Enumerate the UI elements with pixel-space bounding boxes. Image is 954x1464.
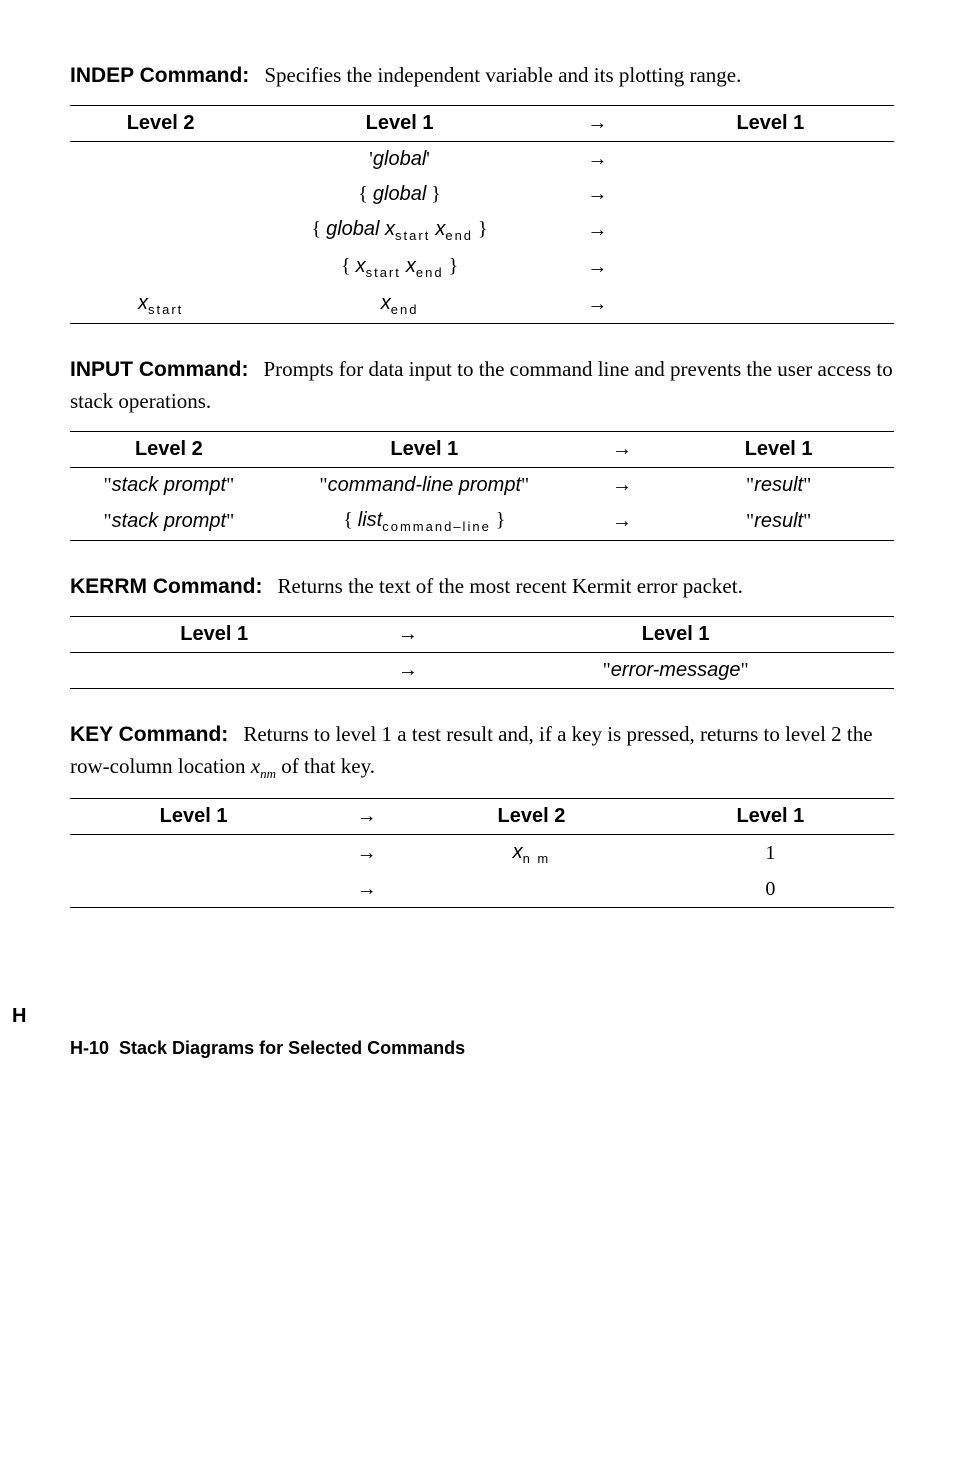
table-row: →xn m1 bbox=[70, 834, 894, 872]
table-cell: 'global' bbox=[251, 142, 548, 178]
table-cell: "error-message" bbox=[457, 653, 894, 689]
table-cell: "stack prompt" bbox=[70, 503, 268, 541]
kerrm-table: Level 1 → Level 1 →"error-message" bbox=[70, 616, 894, 689]
table-cell: { global } bbox=[251, 177, 548, 212]
key-command-block: KEY Command: Returns to level 1 a test r… bbox=[70, 719, 894, 907]
table-cell: "command-line prompt" bbox=[268, 467, 581, 503]
table-cell: → bbox=[548, 212, 647, 249]
key-h-r1: Level 1 bbox=[647, 798, 894, 834]
key-h-l1: Level 1 bbox=[70, 798, 317, 834]
table-row: { global xstart xend }→ bbox=[70, 212, 894, 249]
table-cell: "result" bbox=[663, 467, 894, 503]
table-cell: { xstart xend } bbox=[251, 249, 548, 286]
key-lead: KEY Command: Returns to level 1 a test r… bbox=[70, 719, 894, 783]
table-cell: → bbox=[548, 249, 647, 286]
page-footer: H-10 Stack Diagrams for Selected Command… bbox=[70, 1038, 904, 1059]
table-row: "stack prompt""command-line prompt"→"res… bbox=[70, 467, 894, 503]
table-cell bbox=[70, 177, 251, 212]
table-cell: → bbox=[581, 467, 663, 503]
indep-command-block: INDEP Command: Specifies the independent… bbox=[70, 60, 894, 324]
input-lead: INPUT Command: Prompts for data input to… bbox=[70, 354, 894, 416]
table-cell bbox=[647, 212, 894, 249]
table-cell bbox=[70, 653, 358, 689]
table-cell: → bbox=[317, 872, 416, 908]
table-row: 'global'→ bbox=[70, 142, 894, 178]
kerrm-h-r1: Level 1 bbox=[457, 617, 894, 653]
table-cell: xend bbox=[251, 286, 548, 324]
table-row: "stack prompt"{ listcommand–line }→"resu… bbox=[70, 503, 894, 541]
indep-h-arrow: → bbox=[548, 106, 647, 142]
table-cell bbox=[70, 872, 317, 908]
table-cell: xstart bbox=[70, 286, 251, 324]
table-cell bbox=[647, 249, 894, 286]
table-row: →0 bbox=[70, 872, 894, 908]
indep-table: Level 2 Level 1 → Level 1 'global'→{ glo… bbox=[70, 105, 894, 324]
table-row: { xstart xend }→ bbox=[70, 249, 894, 286]
kerrm-lead: KERRM Command: Returns the text of the m… bbox=[70, 571, 894, 602]
input-h-r1: Level 1 bbox=[663, 431, 894, 467]
table-cell bbox=[70, 249, 251, 286]
table-cell: "stack prompt" bbox=[70, 467, 268, 503]
kerrm-h-arrow: → bbox=[358, 617, 457, 653]
indep-h-l1: Level 1 bbox=[251, 106, 548, 142]
section-letter: H bbox=[12, 1005, 26, 1028]
indep-lead: INDEP Command: Specifies the independent… bbox=[70, 60, 894, 91]
input-command-block: INPUT Command: Prompts for data input to… bbox=[70, 354, 894, 540]
table-cell bbox=[647, 177, 894, 212]
indep-h-r1: Level 1 bbox=[647, 106, 894, 142]
key-h-arrow: → bbox=[317, 798, 416, 834]
input-table: Level 2 Level 1 → Level 1 "stack prompt"… bbox=[70, 431, 894, 541]
kerrm-desc: Returns the text of the most recent Kerm… bbox=[278, 574, 743, 598]
table-cell bbox=[70, 212, 251, 249]
table-cell: → bbox=[317, 834, 416, 872]
table-cell: → bbox=[548, 177, 647, 212]
table-cell: 0 bbox=[647, 872, 894, 908]
table-row: →"error-message" bbox=[70, 653, 894, 689]
indep-desc: Specifies the independent variable and i… bbox=[264, 63, 741, 87]
indep-h-l2: Level 2 bbox=[70, 106, 251, 142]
page-content: INDEP Command: Specifies the independent… bbox=[70, 60, 894, 908]
table-cell: { listcommand–line } bbox=[268, 503, 581, 541]
kerrm-title: KERRM Command: bbox=[70, 575, 263, 598]
table-cell: 1 bbox=[647, 834, 894, 872]
table-cell: → bbox=[548, 142, 647, 178]
input-title: INPUT Command: bbox=[70, 358, 249, 381]
table-cell: xn m bbox=[416, 834, 647, 872]
key-h-r2: Level 2 bbox=[416, 798, 647, 834]
table-cell bbox=[70, 142, 251, 178]
table-row: xstartxend→ bbox=[70, 286, 894, 324]
table-cell bbox=[70, 834, 317, 872]
table-cell: → bbox=[548, 286, 647, 324]
table-row: { global }→ bbox=[70, 177, 894, 212]
key-table: Level 1 → Level 2 Level 1 →xn m1→0 bbox=[70, 798, 894, 908]
input-h-l1: Level 1 bbox=[268, 431, 581, 467]
table-cell bbox=[647, 142, 894, 178]
table-cell: { global xstart xend } bbox=[251, 212, 548, 249]
table-cell bbox=[647, 286, 894, 324]
kerrm-h-l1: Level 1 bbox=[70, 617, 358, 653]
indep-title: INDEP Command: bbox=[70, 64, 249, 87]
table-cell: → bbox=[358, 653, 457, 689]
table-cell: "result" bbox=[663, 503, 894, 541]
kerrm-command-block: KERRM Command: Returns the text of the m… bbox=[70, 571, 894, 689]
key-title: KEY Command: bbox=[70, 723, 228, 746]
table-cell bbox=[416, 872, 647, 908]
input-h-l2: Level 2 bbox=[70, 431, 268, 467]
table-cell: → bbox=[581, 503, 663, 541]
input-h-arrow: → bbox=[581, 431, 663, 467]
